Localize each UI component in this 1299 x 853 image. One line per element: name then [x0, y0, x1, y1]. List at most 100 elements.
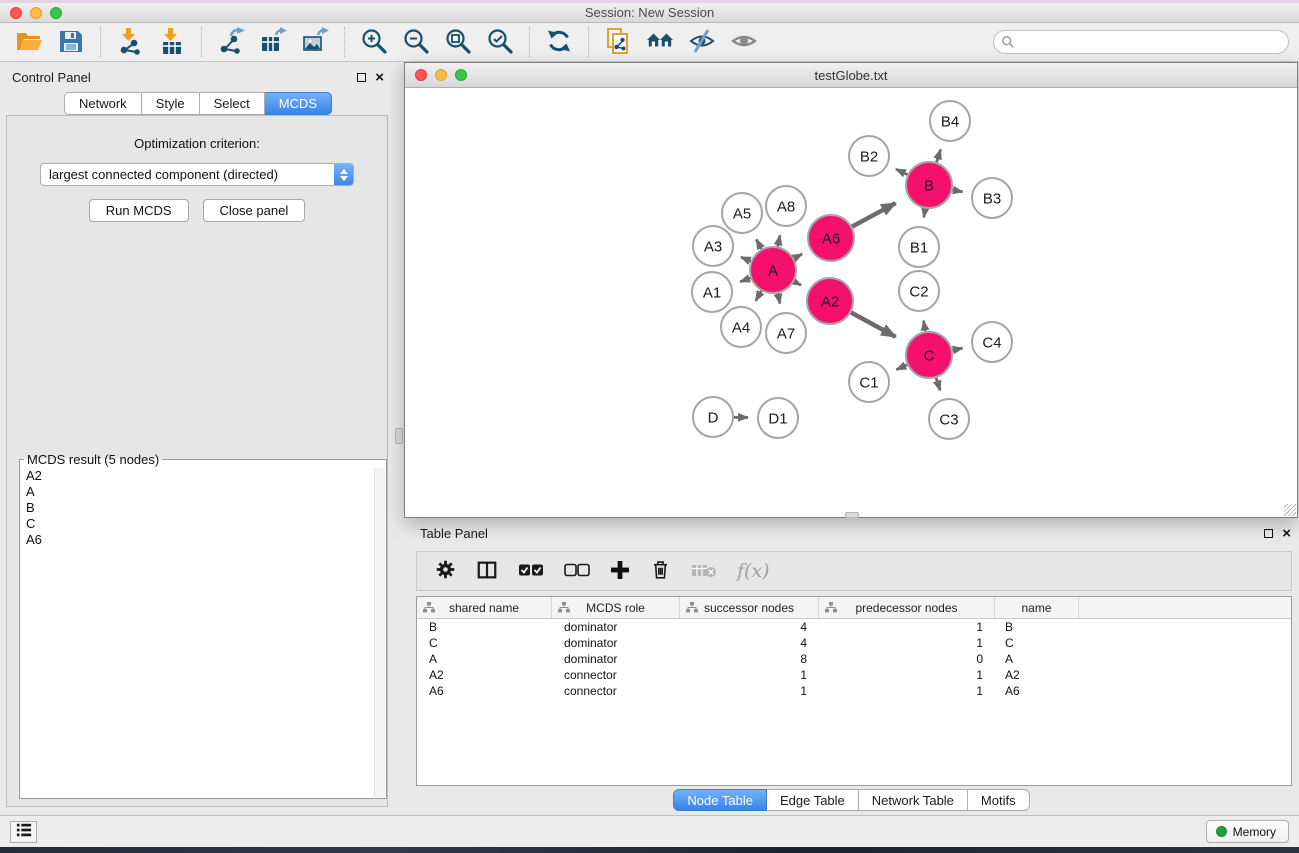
list-item[interactable]: A6: [21, 532, 374, 548]
graph-edge-A-A4[interactable]: [756, 291, 762, 301]
table-row[interactable]: Adominator80A: [417, 651, 1291, 667]
column-header-name[interactable]: name: [995, 597, 1079, 618]
task-history-button[interactable]: [10, 821, 37, 843]
graph-node-A3[interactable]: A3: [693, 226, 733, 266]
graph-edge-A-A8[interactable]: [778, 235, 780, 246]
apply-layout-button[interactable]: [542, 26, 576, 58]
graph-node-A2[interactable]: A2: [807, 278, 853, 324]
graph-node-C[interactable]: C: [906, 332, 952, 378]
graph-edge-B-B3[interactable]: [953, 190, 963, 192]
tab-node-table[interactable]: Node Table: [673, 789, 767, 811]
delete-columns-button[interactable]: [650, 559, 671, 583]
graph-edge-C-C4[interactable]: [953, 348, 963, 350]
clone-network-button[interactable]: [601, 26, 635, 58]
export-image-button[interactable]: [298, 26, 332, 58]
memory-button[interactable]: Memory: [1206, 820, 1289, 843]
graph-node-C3[interactable]: C3: [929, 399, 969, 439]
graph-edge-A-A5[interactable]: [756, 239, 761, 249]
tab-mcds[interactable]: MCDS: [265, 92, 332, 115]
graph-edge-C-C2[interactable]: [924, 321, 926, 332]
select-all-columns-button[interactable]: [518, 563, 544, 580]
graph-node-B2[interactable]: B2: [849, 136, 889, 176]
graph-edge-B-B4[interactable]: [937, 150, 941, 163]
table-row[interactable]: Cdominator41C: [417, 635, 1291, 651]
run-mcds-button[interactable]: Run MCDS: [89, 199, 189, 222]
graph-edge-A-A1[interactable]: [740, 278, 750, 282]
import-table-button[interactable]: [155, 26, 189, 58]
optimization-select[interactable]: largest connected component (directed): [40, 163, 354, 186]
close-panel-button[interactable]: Close panel: [203, 199, 306, 222]
float-panel-icon[interactable]: [357, 73, 366, 82]
zoom-in-button[interactable]: [357, 26, 391, 58]
network-graph[interactable]: B4B2BB3A8A5A6A3B1AA1C2A2A4A7C4CC1DD1C3: [405, 88, 1297, 517]
graph-node-C4[interactable]: C4: [972, 322, 1012, 362]
search-input[interactable]: [993, 30, 1289, 54]
graph-edge-C-C3[interactable]: [936, 378, 940, 391]
mcds-result-list[interactable]: A2 A B C A6: [21, 468, 374, 797]
graph-node-C2[interactable]: C2: [899, 271, 939, 311]
window-resize-grip[interactable]: [1284, 504, 1296, 516]
graph-edge-A2-C[interactable]: [851, 313, 896, 337]
column-header-shared-name[interactable]: shared name: [417, 597, 552, 618]
graph-edge-A-A2[interactable]: [794, 282, 801, 286]
import-network-button[interactable]: [113, 26, 147, 58]
graph-node-A8[interactable]: A8: [766, 186, 806, 226]
hide-graphics-button[interactable]: [685, 26, 719, 58]
list-item[interactable]: C: [21, 516, 374, 532]
table-options-button[interactable]: [435, 559, 456, 583]
graph-node-A5[interactable]: A5: [722, 193, 762, 233]
add-column-button[interactable]: [610, 560, 630, 583]
table-row[interactable]: A2connector11A2: [417, 667, 1291, 683]
zoom-selected-button[interactable]: [483, 26, 517, 58]
list-item[interactable]: B: [21, 500, 374, 516]
show-graphics-button[interactable]: [727, 26, 761, 58]
graph-node-B4[interactable]: B4: [930, 101, 970, 141]
export-network-button[interactable]: [214, 26, 248, 58]
panel-splitter-grip[interactable]: [395, 428, 403, 444]
split-panel-button[interactable]: [476, 559, 498, 584]
graph-node-A1[interactable]: A1: [692, 272, 732, 312]
list-item[interactable]: A2: [21, 468, 374, 484]
graph-edge-A-A6[interactable]: [794, 254, 802, 259]
graph-edge-B-B2[interactable]: [896, 169, 907, 175]
tab-select[interactable]: Select: [200, 92, 265, 115]
graph-node-B1[interactable]: B1: [899, 227, 939, 267]
network-window-titlebar[interactable]: testGlobe.txt: [405, 63, 1297, 88]
list-item[interactable]: A: [21, 484, 374, 500]
table-row[interactable]: Bdominator41B: [417, 619, 1291, 635]
column-header-successor-nodes[interactable]: successor nodes: [680, 597, 819, 618]
save-session-button[interactable]: [54, 26, 88, 58]
unselect-all-columns-button[interactable]: [564, 563, 590, 580]
float-table-panel-icon[interactable]: [1264, 529, 1273, 538]
close-panel-icon[interactable]: ×: [375, 73, 384, 82]
graph-node-B[interactable]: B: [906, 162, 952, 208]
table-row[interactable]: A6connector11A6: [417, 683, 1291, 699]
graph-edge-A-A3[interactable]: [741, 257, 751, 261]
close-table-panel-icon[interactable]: ×: [1282, 529, 1291, 538]
graph-node-C1[interactable]: C1: [849, 362, 889, 402]
column-header-predecessor-nodes[interactable]: predecessor nodes: [819, 597, 995, 618]
column-header-mcds-role[interactable]: MCDS role: [552, 597, 680, 618]
graph-node-D1[interactable]: D1: [758, 398, 798, 438]
graph-node-B3[interactable]: B3: [972, 178, 1012, 218]
horizontal-splitter-grip[interactable]: [845, 512, 859, 518]
zoom-fit-button[interactable]: [441, 26, 475, 58]
graph-node-A6[interactable]: A6: [808, 215, 854, 261]
tab-edge-table[interactable]: Edge Table: [767, 789, 859, 811]
graph-edge-A-A7[interactable]: [778, 294, 780, 304]
graph-node-A4[interactable]: A4: [721, 307, 761, 347]
export-table-button[interactable]: [256, 26, 290, 58]
graph-edge-C-C1[interactable]: [896, 365, 907, 370]
zoom-out-button[interactable]: [399, 26, 433, 58]
graph-node-A7[interactable]: A7: [766, 313, 806, 353]
graph-node-A[interactable]: A: [750, 247, 796, 293]
graph-edge-B-B1[interactable]: [924, 209, 925, 218]
tab-network-table[interactable]: Network Table: [859, 789, 968, 811]
scrollbar[interactable]: [374, 468, 385, 797]
tab-motifs[interactable]: Motifs: [968, 789, 1030, 811]
tab-network[interactable]: Network: [64, 92, 142, 115]
tab-style[interactable]: Style: [142, 92, 200, 115]
reset-views-button[interactable]: [643, 26, 677, 58]
open-file-button[interactable]: [12, 26, 46, 58]
graph-edge-A6-B[interactable]: [852, 203, 896, 227]
